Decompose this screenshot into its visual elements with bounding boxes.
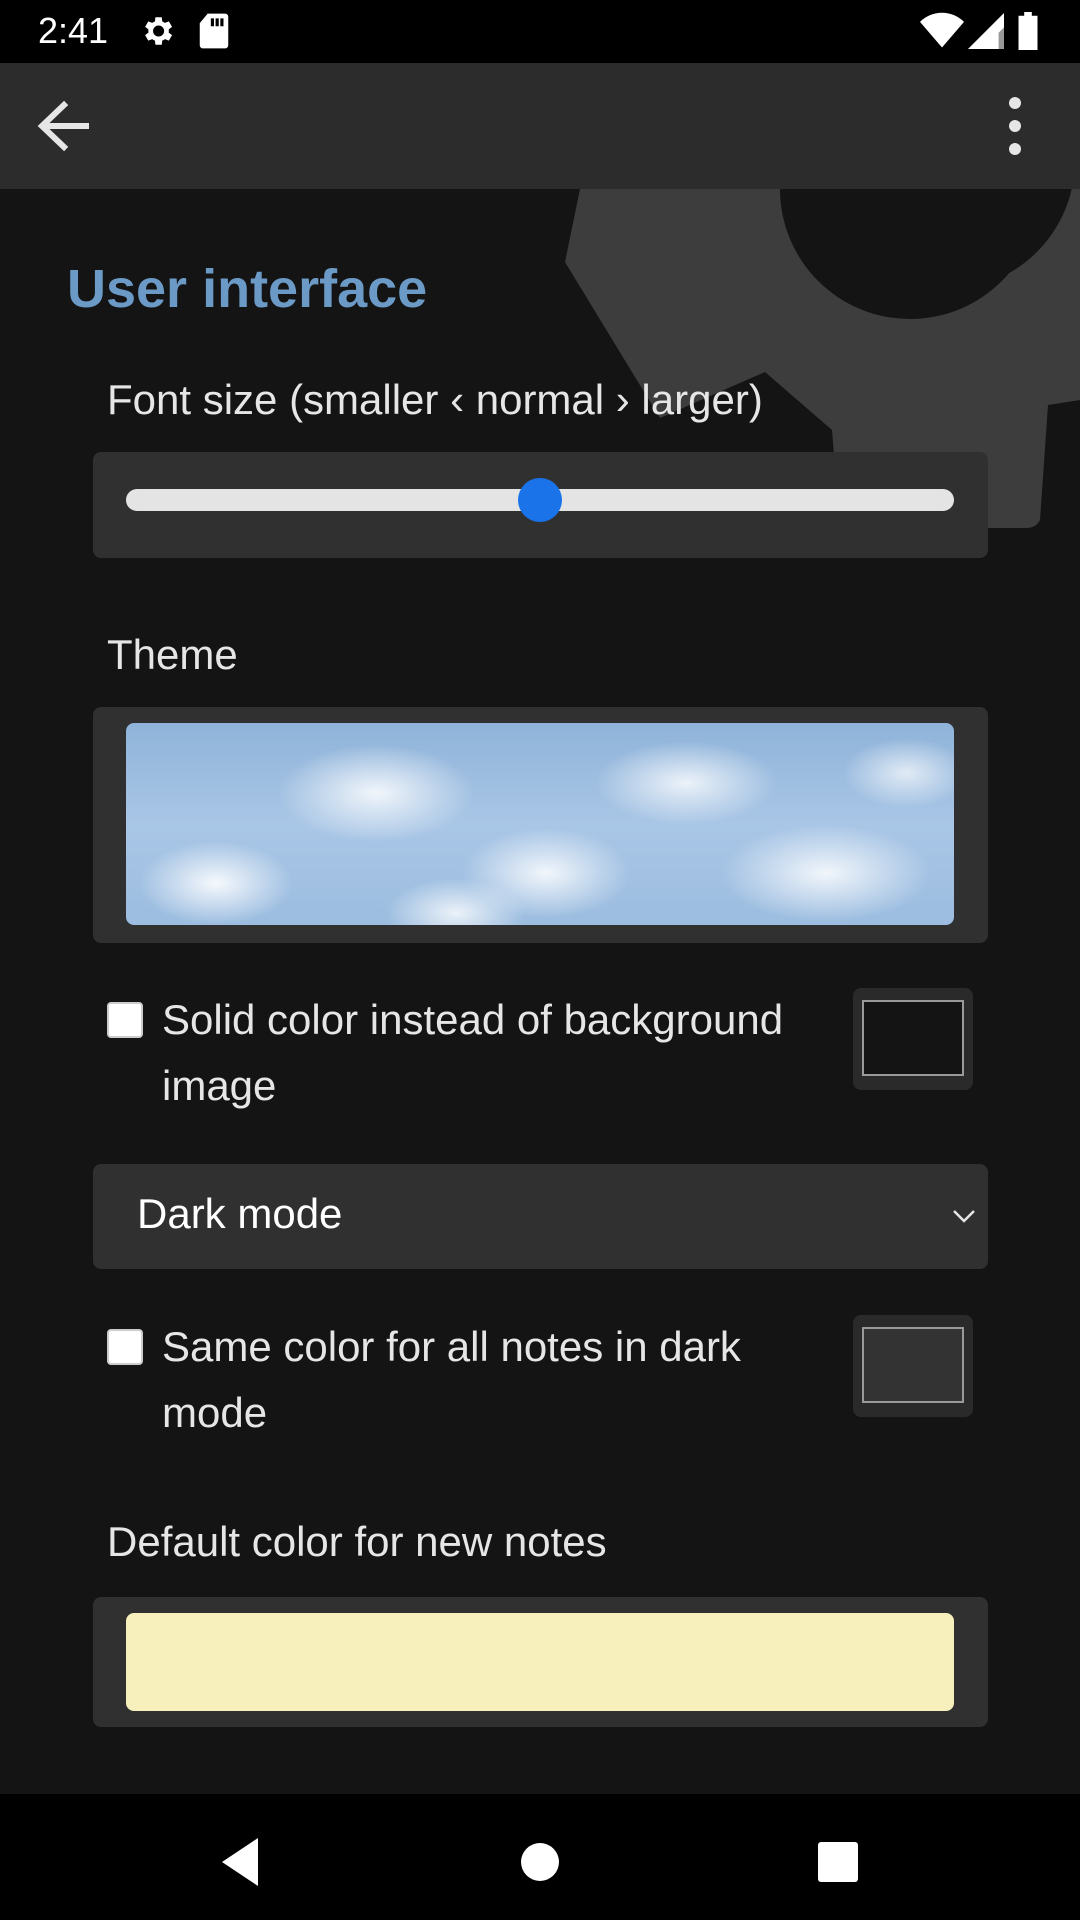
section-title: User interface [67, 259, 428, 319]
solid-color-swatch [862, 1000, 964, 1076]
solid-color-swatch-button[interactable] [853, 988, 973, 1090]
app-bar [0, 63, 1080, 189]
chevron-down-icon [953, 1210, 975, 1223]
default-color-label: Default color for new notes [107, 1518, 607, 1565]
battery-icon [1018, 12, 1038, 50]
theme-mode-select[interactable]: Dark mode [93, 1164, 988, 1269]
status-time: 2:41 [38, 10, 109, 51]
nav-recents-icon[interactable] [808, 1832, 868, 1892]
theme-label: Theme [107, 631, 238, 678]
same-color-label: Same color for all notes in dark mode [162, 1323, 741, 1436]
theme-image-clouds[interactable] [126, 723, 954, 925]
default-color-picker[interactable] [126, 1613, 954, 1711]
font-size-label: Font size (smaller ‹ normal › larger) [107, 376, 763, 423]
overflow-menu-button[interactable] [990, 88, 1040, 164]
gear-icon [145, 17, 173, 45]
solid-color-checkbox[interactable] [107, 1002, 143, 1038]
more-vert-icon [1009, 97, 1021, 155]
solid-color-label: Solid color instead of background image [162, 996, 784, 1109]
arrow-left-icon [37, 100, 89, 152]
same-color-swatch [862, 1327, 964, 1403]
status-bar: 2:41 [0, 0, 1080, 63]
wifi-icon [920, 12, 964, 48]
nav-home-icon[interactable] [510, 1832, 570, 1892]
same-color-swatch-button[interactable] [853, 1315, 973, 1417]
back-button[interactable] [24, 88, 104, 164]
theme-mode-value: Dark mode [137, 1190, 343, 1237]
font-size-slider-thumb[interactable] [518, 478, 562, 522]
nav-back-icon[interactable] [210, 1832, 270, 1892]
sd-card-icon [199, 13, 229, 49]
signal-icon [968, 13, 1004, 49]
same-color-checkbox[interactable] [107, 1329, 143, 1365]
navigation-bar [0, 1794, 1080, 1920]
